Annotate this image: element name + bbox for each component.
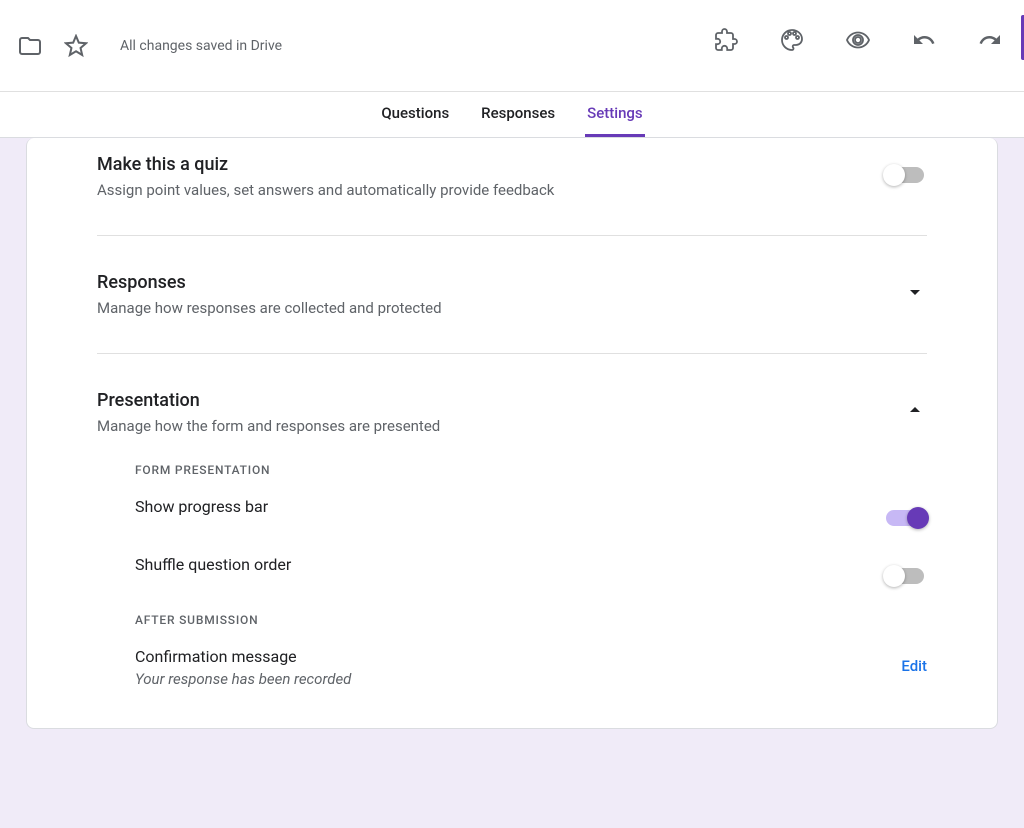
quiz-desc: Assign point values, set answers and aut… <box>97 181 554 199</box>
progress-title: Show progress bar <box>135 497 268 516</box>
section-quiz: Make this a quiz Assign point values, se… <box>27 138 997 236</box>
move-to-folder-icon[interactable] <box>16 32 44 60</box>
after-submission-label: AFTER SUBMISSION <box>135 613 927 627</box>
tabs: Questions Responses Settings <box>0 92 1024 138</box>
quiz-toggle[interactable] <box>883 162 927 184</box>
responses-title: Responses <box>97 272 442 293</box>
addons-icon[interactable] <box>712 26 740 54</box>
form-presentation-label: FORM PRESENTATION <box>135 463 927 477</box>
customize-theme-icon[interactable] <box>778 26 806 54</box>
responses-desc: Manage how responses are collected and p… <box>97 299 442 317</box>
tab-settings[interactable]: Settings <box>585 92 645 137</box>
presentation-collapse-icon[interactable] <box>903 398 927 422</box>
section-presentation: Presentation Manage how the form and res… <box>27 354 997 435</box>
undo-icon[interactable] <box>910 26 938 54</box>
redo-icon[interactable] <box>976 26 1004 54</box>
star-icon[interactable] <box>62 32 90 60</box>
save-status: All changes saved in Drive <box>120 38 282 54</box>
settings-card: Make this a quiz Assign point values, se… <box>26 138 998 729</box>
preview-icon[interactable] <box>844 26 872 54</box>
confirm-value: Your response has been recorded <box>135 670 351 688</box>
top-bar: All changes saved in Drive <box>0 0 1024 92</box>
presentation-title: Presentation <box>97 390 440 411</box>
responses-expand-icon[interactable] <box>903 280 927 304</box>
tab-responses[interactable]: Responses <box>479 92 557 137</box>
quiz-title: Make this a quiz <box>97 154 554 175</box>
confirm-title: Confirmation message <box>135 647 351 666</box>
tab-questions[interactable]: Questions <box>379 92 451 137</box>
form-presentation-block: FORM PRESENTATION Show progress bar Shuf… <box>27 435 997 688</box>
presentation-desc: Manage how the form and responses are pr… <box>97 417 440 435</box>
confirm-edit-button[interactable]: Edit <box>901 657 927 675</box>
section-responses: Responses Manage how responses are colle… <box>27 236 997 354</box>
shuffle-toggle[interactable] <box>883 563 927 585</box>
shuffle-title: Shuffle question order <box>135 555 291 574</box>
progress-toggle[interactable] <box>883 505 927 527</box>
